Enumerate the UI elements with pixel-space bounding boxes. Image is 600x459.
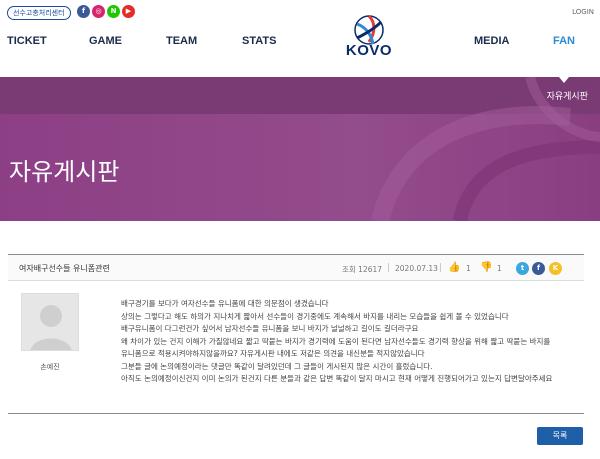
post-date: 2020.07.13	[395, 264, 438, 273]
youtube-icon[interactable]: ▶	[122, 5, 135, 18]
post-body-line: 왜 차이가 있는 건지 이해가 가질않네요 짧고 딱붙는 바지가 경기력에 도움…	[121, 337, 551, 346]
twitter-share-icon[interactable]: t	[516, 262, 529, 275]
author-name: 손예진	[40, 363, 60, 371]
post-body-line: 유니폼으로 적용시켜야하지않을까요? 자유게시판 내에도 저같은 의견을 내신분…	[121, 349, 425, 358]
user-placeholder-icon	[30, 305, 72, 350]
logo-text: KOVO	[345, 42, 393, 59]
banner-swirl-decoration	[371, 77, 600, 221]
post-body-line: 아직도 논의예정이신건지 이미 논의가 된건지 다른 분들과 같은 답변 똑같이…	[121, 374, 553, 383]
thumbs-up-icon[interactable]: 👍	[448, 262, 460, 273]
dislike-count: 1	[497, 264, 502, 273]
nav-media[interactable]: MEDIA	[474, 35, 509, 47]
list-button[interactable]: 목록	[537, 427, 583, 445]
post-body-line: 그분들 글에 논의예정이라는 댓글만 똑같이 달려있던데 그 글들이 게시된지 …	[121, 362, 433, 371]
view-count: 조회 12617	[342, 265, 383, 274]
post-body-line: 배구경기를 보다가 여자선수들 유니폼에 대한 의문점이 생겼습니다	[121, 299, 329, 308]
post-body-line: 상의는 그렇다고 해도 하의가 지나치게 짧아서 선수들이 경기중에도 계속해서…	[121, 312, 509, 321]
nav-game[interactable]: GAME	[89, 35, 122, 47]
player-grievance-center-link[interactable]: 선수고충처리센터	[7, 6, 71, 20]
site-header: 선수고충처리센터 f ◎ N ▶ LOGIN KOVO TICKET GAME …	[0, 0, 600, 77]
login-link[interactable]: LOGIN	[572, 8, 594, 16]
meta-divider	[388, 263, 389, 272]
nav-fan[interactable]: FAN	[553, 35, 575, 47]
nav-stats[interactable]: STATS	[242, 35, 276, 47]
facebook-share-icon[interactable]: f	[532, 262, 545, 275]
meta-divider	[440, 263, 441, 272]
instagram-icon[interactable]: ◎	[92, 5, 105, 18]
kakao-share-icon[interactable]: K	[549, 262, 562, 275]
nav-ticket[interactable]: TICKET	[7, 35, 47, 47]
facebook-icon[interactable]: f	[77, 5, 90, 18]
avatar	[21, 293, 79, 351]
post-title: 여자배구선수들 유니폼관련	[19, 264, 110, 273]
naver-icon[interactable]: N	[107, 5, 120, 18]
post-divider	[8, 413, 584, 414]
like-count: 1	[466, 264, 471, 273]
post-body-line: 배구유니폼이 다그런건가 싶어서 남자선수들 유니폼을 보니 바지가 널널하고 …	[121, 324, 419, 333]
post-header: 여자배구선수들 유니폼관련 조회 12617 2020.07.13 👍 1 👎 …	[8, 254, 584, 281]
page-title: 자유게시판	[9, 158, 120, 186]
nav-team[interactable]: TEAM	[166, 35, 197, 47]
thumbs-down-icon[interactable]: 👎	[480, 262, 492, 273]
